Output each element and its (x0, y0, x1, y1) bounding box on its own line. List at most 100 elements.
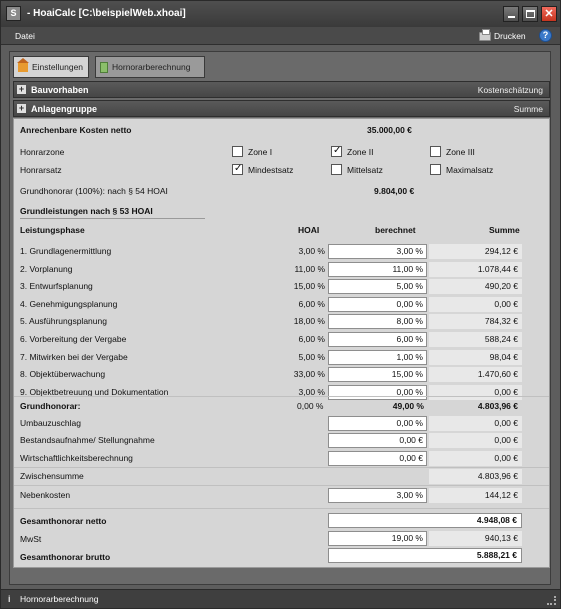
phase-summe: 0,00 € (429, 297, 522, 312)
expand-icon[interactable]: + (17, 104, 26, 113)
kosten-value: 35.000,00 € (367, 125, 412, 135)
row-divider (14, 396, 549, 397)
phase-berechnet-input[interactable]: 8,00 % (328, 314, 427, 329)
nebenkosten-summe: 144,12 € (429, 488, 522, 503)
kosten-label: Anrechenbare Kosten netto (20, 125, 132, 135)
zwischensumme-summe: 4.803,96 € (429, 469, 522, 484)
honorarzone-label: Honrarzone (20, 147, 65, 157)
grundleistungen-heading: Grundleistungen nach § 53 HOAI (20, 206, 153, 216)
phase-berechnet-input[interactable]: 0,00 % (328, 297, 427, 312)
grundhonorar100-value: 9.804,00 € (374, 186, 415, 196)
phase-berechnet-input[interactable]: 1,00 % (328, 350, 427, 365)
section-bauvorhaben-label: Bauvorhaben (31, 85, 89, 95)
gesamt-brutto-label: Gesamthonorar brutto (20, 552, 111, 562)
umbauzuschlag-summe: 0,00 € (429, 416, 522, 431)
zone-2-label: Zone II (347, 147, 374, 157)
zwischensumme-label: Zwischensumme (20, 471, 84, 481)
phase-berechnet-input[interactable]: 11,00 % (328, 262, 427, 277)
maximize-icon (526, 10, 535, 18)
tab-honorarberechnung-label: Hornorarberechnung (112, 62, 191, 72)
header-berechnet: berechnet (375, 225, 416, 235)
phase-summe: 1.470,60 € (429, 367, 522, 382)
phase-label: 7. Mitwirken bei der Vergabe (20, 352, 128, 362)
mittelsatz-label: Mittelsatz (347, 165, 383, 175)
mwst-input[interactable]: 19,00 % (328, 531, 427, 546)
help-icon[interactable]: ? (539, 29, 552, 42)
grundhonorar-berechnet: 49,00 % (392, 401, 424, 411)
gesamt-netto-summe: 4.948,08 € (328, 513, 522, 528)
phase-summe: 490,20 € (429, 279, 522, 294)
phase-berechnet-input[interactable]: 15,00 % (328, 367, 427, 382)
phase-hoai: 6,00 % (298, 334, 325, 344)
phase-berechnet-input[interactable]: 6,00 % (328, 332, 427, 347)
zone-3-label: Zone III (446, 147, 475, 157)
close-icon: ✕ (544, 8, 554, 20)
phase-summe: 1.078,44 € (429, 262, 522, 277)
grundhonorar-label: Grundhonorar: (20, 401, 81, 411)
wirtschaftlichkeit-summe: 0,00 € (429, 451, 522, 466)
minimize-icon (508, 16, 515, 18)
menu-bar: Datei Drucken ? (1, 27, 560, 45)
print-button[interactable]: Drucken (479, 28, 526, 43)
row-divider (14, 508, 549, 509)
expand-icon[interactable]: + (17, 85, 26, 94)
section-anlagengruppe-label: Anlagengruppe (31, 104, 98, 114)
phase-label: 1. Grundlagenermittlung (20, 246, 112, 256)
phase-berechnet-input[interactable]: 0,00 % (328, 385, 427, 400)
gesamt-netto-label: Gesamthonorar netto (20, 516, 107, 526)
phase-berechnet-input[interactable]: 3,00 % (328, 244, 427, 259)
row-divider (14, 485, 549, 486)
umbauzuschlag-input[interactable]: 0,00 % (328, 416, 427, 431)
resize-grip-icon[interactable] (547, 596, 556, 605)
maximalsatz-checkbox[interactable] (430, 164, 441, 175)
nebenkosten-label: Nebenkosten (20, 490, 71, 500)
wirtschaftlichkeit-input[interactable]: 0,00 € (328, 451, 427, 466)
zone-2-checkbox[interactable] (331, 145, 342, 157)
grundhonorar-summe: 4.803,96 € (477, 401, 518, 411)
status-text: Hornorarberechnung (20, 594, 99, 604)
zone-3-checkbox[interactable] (430, 146, 441, 157)
status-bar: i Hornorarberechnung (1, 589, 560, 608)
close-button[interactable]: ✕ (541, 6, 557, 22)
honorarsatz-label: Honrarsatz (20, 165, 62, 175)
info-icon: i (8, 594, 11, 604)
phase-hoai: 15,00 % (293, 281, 325, 291)
section-anlagengruppe[interactable]: + Anlagengruppe Summe (13, 100, 550, 117)
header-hoai: HOAI (298, 225, 320, 235)
maximize-button[interactable] (522, 6, 538, 22)
grundhonorar-hoai: 0,00 % (297, 401, 324, 411)
phase-summe: 784,32 € (429, 314, 522, 329)
zone-1-checkbox[interactable] (232, 146, 243, 157)
bestandsaufnahme-summe: 0,00 € (429, 433, 522, 448)
bestandsaufnahme-input[interactable]: 0,00 € (328, 433, 427, 448)
maximalsatz-label: Maximalsatz (446, 165, 494, 175)
phase-summe: 98,04 € (429, 350, 522, 365)
bestandsaufnahme-label: Bestandsaufnahme/ Stellungnahme (20, 435, 155, 445)
phase-hoai: 5,00 % (298, 352, 325, 362)
section-bauvorhaben[interactable]: + Bauvorhaben Kostenschätzung (13, 81, 550, 98)
phase-label: 3. Entwurfsplanung (20, 281, 93, 291)
menu-datei[interactable]: Datei (15, 31, 35, 41)
mwst-label: MwSt (20, 534, 42, 544)
phase-summe: 0,00 € (429, 385, 522, 400)
phase-label: 6. Vorbereitung der Vergabe (20, 334, 127, 344)
app-icon: S (6, 6, 21, 21)
tab-einstellungen[interactable]: Einstellungen (13, 56, 89, 78)
phase-hoai: 11,00 % (294, 264, 325, 274)
phase-berechnet-input[interactable]: 5,00 % (328, 279, 427, 294)
row-divider (14, 467, 549, 468)
app-window: S - HoaiCalc [C:\beispielWeb.xhoai] ✕ Da… (0, 0, 561, 609)
phase-hoai: 3,00 % (298, 246, 325, 256)
mindestsatz-checkbox[interactable] (232, 163, 243, 175)
header-leistungsphase: Leistungsphase (20, 225, 85, 235)
minimize-button[interactable] (503, 6, 519, 22)
mittelsatz-checkbox[interactable] (331, 164, 342, 175)
tab-honorarberechnung[interactable]: Hornorarberechnung (95, 56, 205, 78)
nebenkosten-input[interactable]: 3,00 % (328, 488, 427, 503)
phase-hoai: 6,00 % (298, 299, 325, 309)
phase-summe: 294,12 € (429, 244, 522, 259)
phase-label: 2. Vorplanung (20, 264, 73, 274)
heading-divider (20, 218, 205, 219)
phase-hoai: 33,00 % (293, 369, 325, 379)
section-bauvorhaben-mode: Kostenschätzung (477, 85, 543, 95)
